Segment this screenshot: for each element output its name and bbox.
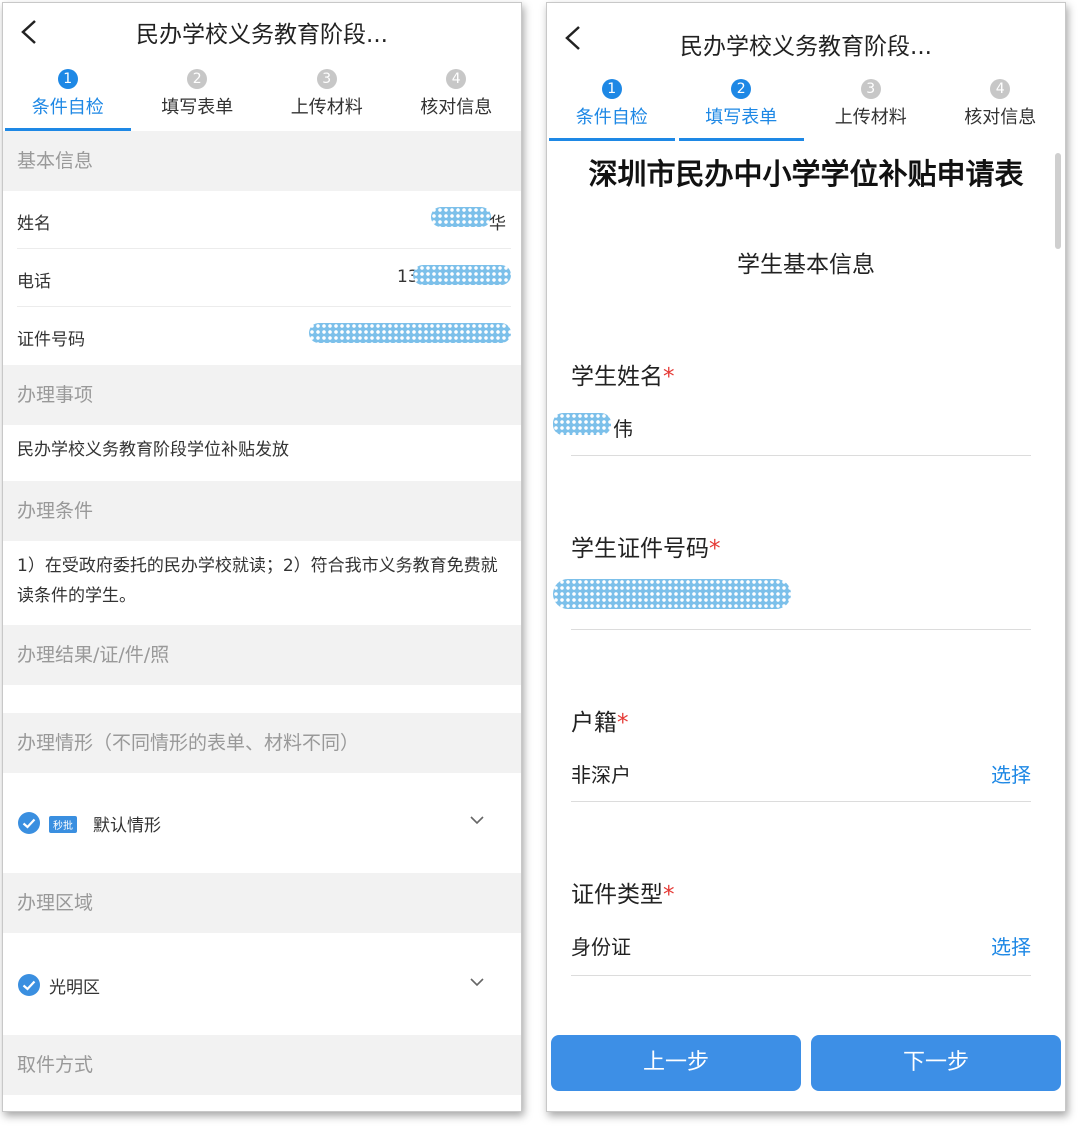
back-arrow-icon[interactable] (17, 17, 45, 47)
id-type-select-link[interactable]: 选择 (991, 931, 1031, 960)
chevron-down-icon[interactable] (469, 815, 485, 825)
step-label: 上传材料 (834, 107, 907, 128)
step-3[interactable]: 3 上传材料 (806, 71, 936, 141)
section-condition: 办理条件 (3, 481, 521, 541)
redacted-student-name (553, 413, 611, 435)
required-mark: * (617, 710, 629, 736)
completed-step-underline (549, 138, 675, 141)
huji-label-text: 户籍 (571, 710, 617, 736)
next-step-button[interactable]: 下一步 (811, 1035, 1061, 1091)
page-title: 民办学校义务教育阶段... (136, 22, 388, 48)
prev-step-button[interactable]: 上一步 (551, 1035, 801, 1091)
id-type-label-text: 证件类型 (571, 882, 663, 908)
section-result: 办理结果/证/件/照 (3, 625, 521, 685)
redacted-name (431, 207, 491, 227)
field-underline (571, 629, 1031, 630)
instant-approval-badge: 秒批 (49, 816, 77, 833)
step-indicator: 1 条件自检 2 填写表单 3 上传材料 4 核对信息 (3, 61, 521, 131)
back-arrow-icon[interactable] (561, 23, 589, 53)
name-row: 姓名 华 (17, 191, 511, 249)
section-basic-info: 基本信息 (3, 131, 521, 191)
left-phone-screen: 民办学校义务教育阶段... 1 条件自检 2 填写表单 3 上传材料 4 核对信… (2, 2, 522, 1112)
active-step-underline (678, 138, 804, 141)
huji-select-link[interactable]: 选择 (991, 759, 1031, 788)
step-1[interactable]: 1 条件自检 (547, 71, 677, 141)
right-phone-screen: 民办学校义务教育阶段... 1 条件自检 2 填写表单 3 上传材料 4 核对信… (546, 2, 1066, 1112)
student-id-label-text: 学生证件号码 (571, 536, 709, 562)
step-number: 3 (316, 69, 337, 89)
step-number: 4 (446, 69, 467, 89)
step-number: 4 (990, 79, 1011, 99)
field-underline (571, 801, 1031, 802)
step-1[interactable]: 1 条件自检 (3, 61, 133, 131)
field-underline (571, 455, 1031, 456)
student-name-label-text: 学生姓名 (571, 364, 663, 390)
form-title: 深圳市民办中小学学位补贴申请表 (588, 157, 1024, 191)
step-number: 3 (860, 79, 881, 99)
situation-value: 默认情形 (93, 816, 161, 836)
header: 民办学校义务教育阶段... (3, 3, 521, 61)
step-label: 条件自检 (31, 97, 104, 118)
required-mark: * (709, 536, 721, 562)
student-id-input[interactable] (547, 573, 1047, 629)
situation-option[interactable]: 秒批 默认情形 (3, 773, 521, 873)
student-name-suffix: 伟 (613, 417, 633, 441)
required-mark: * (663, 882, 675, 908)
student-name-input[interactable]: 伟 (547, 403, 1047, 455)
huji-value: 非深户 (571, 763, 631, 787)
step-number: 2 (187, 69, 208, 89)
id-label: 证件号码 (17, 330, 85, 350)
step-number: 2 (731, 79, 752, 99)
header: 民办学校义务教育阶段... (547, 3, 1065, 69)
name-label: 姓名 (17, 214, 51, 234)
redacted-id (309, 323, 511, 343)
id-type-label: 证件类型* (571, 875, 675, 909)
required-mark: * (663, 364, 675, 390)
step-3[interactable]: 3 上传材料 (262, 61, 392, 131)
huji-label: 户籍* (571, 703, 629, 737)
id-type-value: 身份证 (571, 935, 631, 959)
area-value: 光明区 (49, 978, 100, 998)
section-pickup: 取件方式 (3, 1035, 521, 1095)
step-label: 核对信息 (420, 97, 493, 118)
phone-row: 电话 13 (17, 249, 511, 307)
redacted-phone (413, 265, 511, 285)
condition-text: 1）在受政府委托的民办学校就读；2）符合我市义务教育免费就读条件的学生。 (17, 556, 498, 606)
check-circle-icon (18, 812, 40, 834)
chevron-down-icon[interactable] (469, 977, 485, 987)
student-name-label: 学生姓名* (571, 357, 675, 391)
step-label: 核对信息 (964, 107, 1037, 128)
section-area: 办理区域 (3, 873, 521, 933)
student-id-label: 学生证件号码* (571, 529, 721, 563)
step-number: 1 (601, 79, 622, 99)
name-value-suffix: 华 (489, 214, 506, 234)
form-subtitle: 学生基本信息 (737, 252, 875, 278)
check-circle-icon (18, 974, 40, 996)
area-option[interactable]: 光明区 (3, 933, 521, 1033)
phone-label: 电话 (17, 272, 51, 292)
redacted-student-id (553, 579, 791, 609)
id-row: 证件号码 (17, 307, 511, 365)
step-4[interactable]: 4 核对信息 (936, 71, 1066, 141)
matter-text: 民办学校义务教育阶段学位补贴发放 (17, 440, 289, 460)
field-underline (571, 975, 1031, 976)
step-label: 上传材料 (290, 97, 363, 118)
step-2[interactable]: 2 填写表单 (133, 61, 263, 131)
page-title: 民办学校义务教育阶段... (680, 34, 932, 60)
step-label: 条件自检 (575, 107, 648, 128)
section-matter: 办理事项 (3, 365, 521, 425)
step-2[interactable]: 2 填写表单 (677, 71, 807, 141)
section-situation: 办理情形（不同情形的表单、材料不同） (3, 713, 521, 773)
step-number: 1 (57, 69, 78, 89)
step-label: 填写表单 (161, 97, 234, 118)
step-4[interactable]: 4 核对信息 (392, 61, 522, 131)
step-indicator: 1 条件自检 2 填写表单 3 上传材料 4 核对信息 (547, 71, 1065, 141)
step-label: 填写表单 (705, 107, 778, 128)
